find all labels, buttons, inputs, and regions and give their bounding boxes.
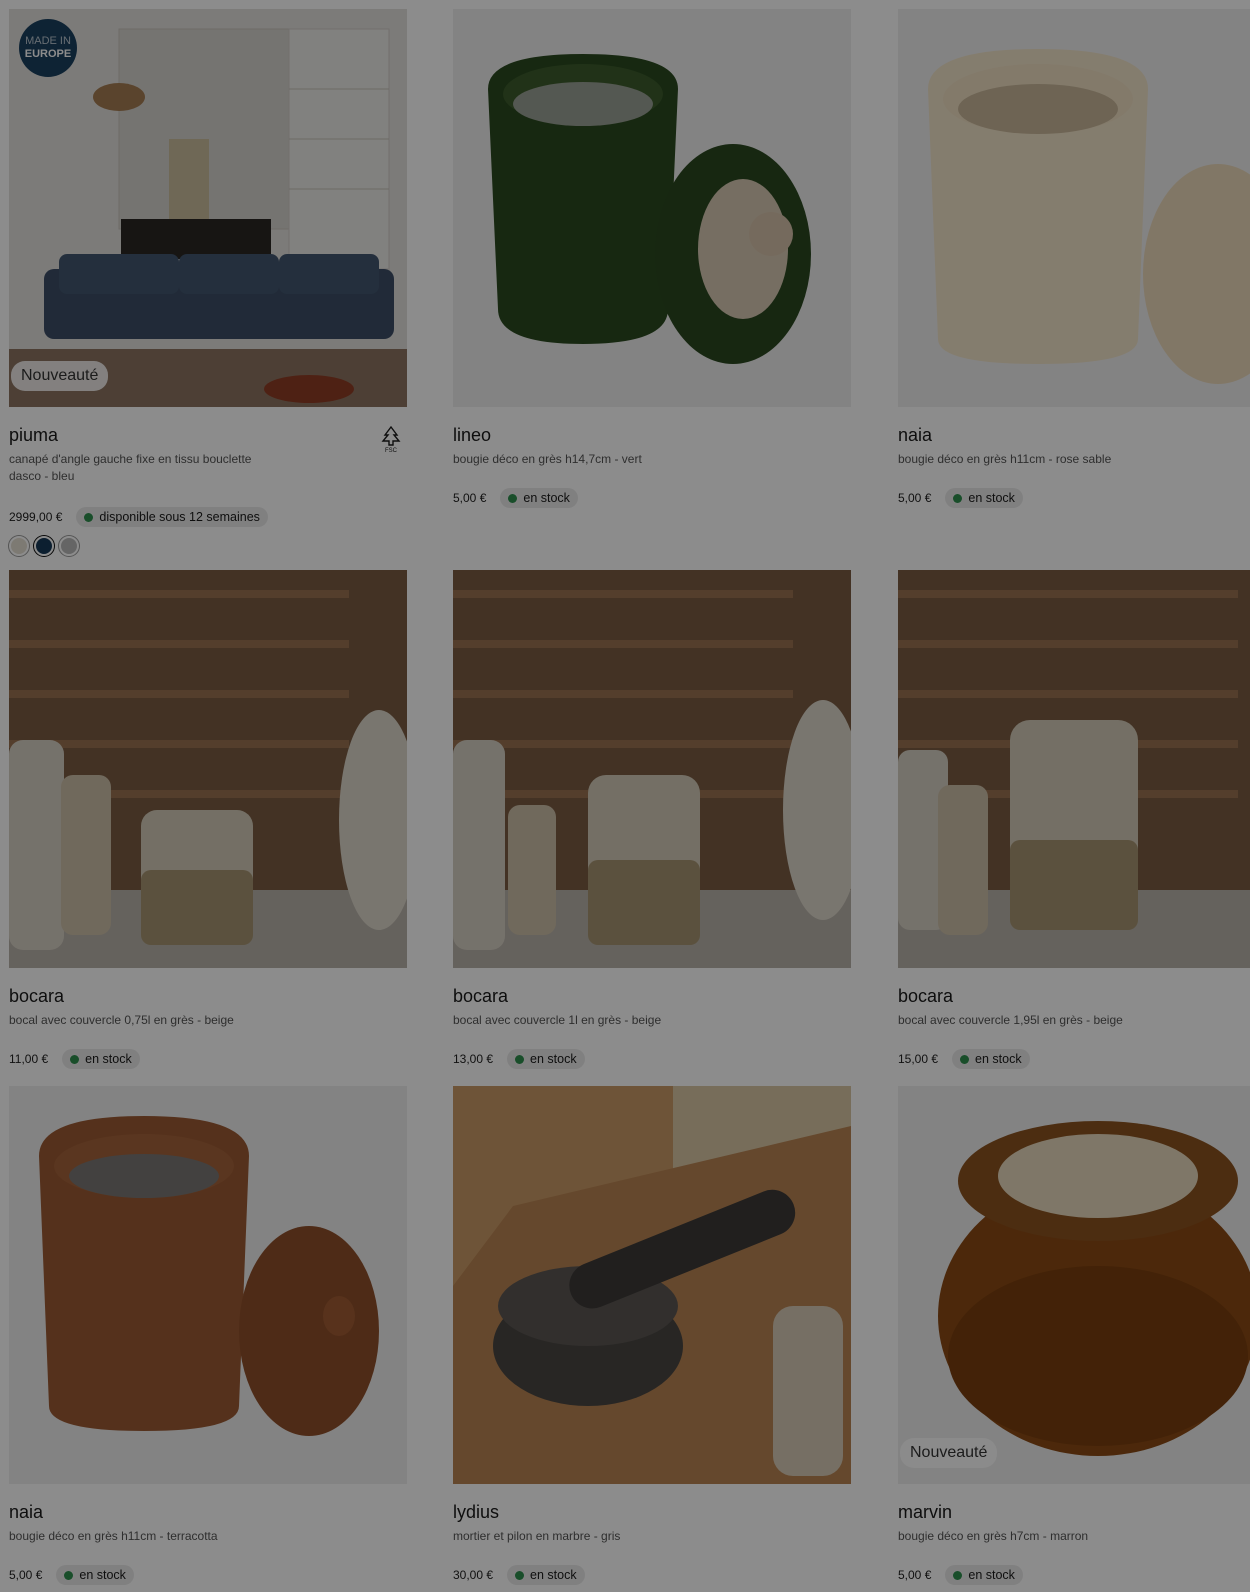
product-image[interactable] bbox=[898, 9, 1250, 407]
product-price: 11,00 € bbox=[9, 1052, 49, 1066]
product-card[interactable]: lydius mortier et pilon en marbre - gris… bbox=[453, 1086, 851, 1585]
color-swatch-selected[interactable] bbox=[34, 536, 54, 556]
product-card[interactable]: bocara bocal avec couvercle 1l en grès -… bbox=[453, 570, 851, 1069]
color-swatch[interactable] bbox=[9, 536, 29, 556]
stock-badge: en stock bbox=[945, 488, 1023, 508]
product-image[interactable] bbox=[453, 9, 851, 407]
stock-label: en stock bbox=[968, 491, 1015, 505]
stock-badge: en stock bbox=[56, 1565, 134, 1585]
stock-label: en stock bbox=[530, 1568, 577, 1582]
product-description: bougie déco en grès h14,7cm - vert bbox=[453, 452, 642, 466]
product-card[interactable]: Nouveauté marvin bougie déco en grès h7c… bbox=[898, 1086, 1250, 1585]
stock-dot-icon bbox=[84, 512, 94, 522]
product-card[interactable]: bocara bocal avec couvercle 0,75l en grè… bbox=[9, 570, 407, 1069]
fsc-icon: FSC bbox=[381, 425, 401, 453]
product-image[interactable] bbox=[453, 570, 851, 968]
product-name[interactable]: naia bbox=[898, 423, 1250, 447]
stock-dot-icon bbox=[960, 1054, 970, 1064]
product-name[interactable]: lydius bbox=[453, 1500, 851, 1524]
product-price: 15,00 € bbox=[898, 1052, 939, 1066]
product-name[interactable]: marvin bbox=[898, 1500, 1250, 1524]
stock-label: en stock bbox=[968, 1568, 1015, 1582]
stock-label: disponible sous 12 semaines bbox=[99, 510, 260, 524]
new-badge: Nouveauté bbox=[11, 361, 109, 391]
product-image[interactable] bbox=[9, 1086, 407, 1484]
product-image[interactable] bbox=[9, 570, 407, 968]
stock-dot-icon bbox=[953, 493, 963, 503]
stock-dot-icon bbox=[508, 493, 518, 503]
stock-badge: en stock bbox=[945, 1565, 1023, 1585]
product-card[interactable]: lineo bougie déco en grès h14,7cm - vert… bbox=[453, 9, 851, 508]
product-card[interactable]: bocara bocal avec couvercle 1,95l en grè… bbox=[898, 570, 1250, 1069]
stock-label: en stock bbox=[975, 1052, 1022, 1066]
product-price: 5,00 € bbox=[898, 1568, 932, 1582]
product-price: 13,00 € bbox=[453, 1052, 494, 1066]
product-image[interactable] bbox=[453, 1086, 851, 1484]
stock-badge: en stock bbox=[507, 1565, 585, 1585]
stock-badge: en stock bbox=[500, 488, 578, 508]
stock-label: en stock bbox=[523, 491, 570, 505]
product-description: mortier et pilon en marbre - gris bbox=[453, 1529, 621, 1543]
product-name[interactable]: bocara bbox=[453, 984, 851, 1008]
product-description: bocal avec couvercle 1,95l en grès - bei… bbox=[898, 1013, 1123, 1027]
product-card[interactable]: MADE IN EUROPE Nouveauté FSC piuma canap… bbox=[9, 9, 407, 556]
stock-dot-icon bbox=[953, 1570, 963, 1580]
stock-label: en stock bbox=[79, 1568, 126, 1582]
stock-dot-icon bbox=[64, 1570, 74, 1580]
product-price: 2999,00 € bbox=[9, 510, 63, 524]
product-description: canapé d'angle gauche fixe en tissu bouc… bbox=[9, 452, 252, 483]
product-price: 5,00 € bbox=[898, 491, 932, 505]
product-grid: MADE IN EUROPE Nouveauté FSC piuma canap… bbox=[0, 0, 1250, 1592]
color-swatch[interactable] bbox=[59, 536, 79, 556]
product-description: bougie déco en grès h7cm - marron bbox=[898, 1529, 1089, 1543]
product-image[interactable] bbox=[898, 570, 1250, 968]
product-description: bocal avec couvercle 1l en grès - beige bbox=[453, 1013, 662, 1027]
stock-label: en stock bbox=[85, 1052, 132, 1066]
stock-dot-icon bbox=[515, 1054, 525, 1064]
product-price: 5,00 € bbox=[453, 491, 487, 505]
product-description: bocal avec couvercle 0,75l en grès - bei… bbox=[9, 1013, 234, 1027]
product-price: 5,00 € bbox=[9, 1568, 43, 1582]
stock-badge: disponible sous 12 semaines bbox=[76, 507, 268, 527]
product-image[interactable]: MADE IN EUROPE Nouveauté bbox=[9, 9, 407, 407]
stock-badge: en stock bbox=[62, 1049, 140, 1069]
made-in-europe-badge: MADE IN EUROPE bbox=[19, 19, 77, 77]
product-card[interactable]: naia bougie déco en grès h11cm - rose sa… bbox=[898, 9, 1250, 508]
stock-dot-icon bbox=[70, 1054, 80, 1064]
product-description: bougie déco en grès h11cm - rose sable bbox=[898, 452, 1112, 466]
product-name[interactable]: piuma bbox=[9, 423, 407, 447]
stock-badge: en stock bbox=[507, 1049, 585, 1069]
stock-dot-icon bbox=[515, 1570, 525, 1580]
stock-label: en stock bbox=[530, 1052, 577, 1066]
product-description: bougie déco en grès h11cm - terracotta bbox=[9, 1529, 218, 1543]
stock-badge: en stock bbox=[952, 1049, 1030, 1069]
svg-text:FSC: FSC bbox=[385, 448, 398, 453]
product-name[interactable]: bocara bbox=[9, 984, 407, 1008]
color-swatches bbox=[9, 536, 407, 556]
product-image[interactable]: Nouveauté bbox=[898, 1086, 1250, 1484]
product-name[interactable]: naia bbox=[9, 1500, 407, 1524]
new-badge: Nouveauté bbox=[900, 1438, 998, 1468]
product-name[interactable]: lineo bbox=[453, 423, 851, 447]
product-name[interactable]: bocara bbox=[898, 984, 1250, 1008]
product-price: 30,00 € bbox=[453, 1568, 494, 1582]
product-card[interactable]: naia bougie déco en grès h11cm - terraco… bbox=[9, 1086, 407, 1585]
